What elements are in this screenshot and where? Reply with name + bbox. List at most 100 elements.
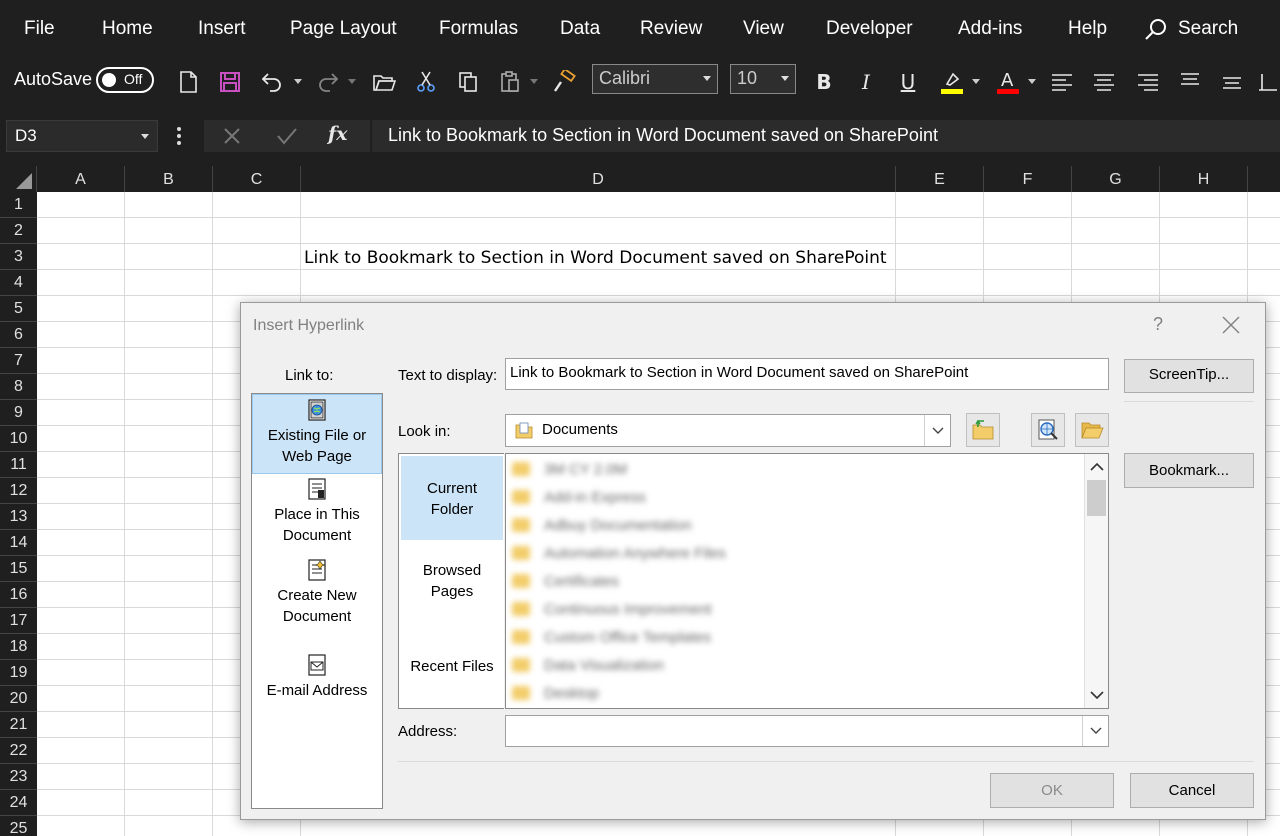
redo-icon[interactable]	[314, 68, 342, 96]
row-header[interactable]: 7	[0, 348, 37, 374]
italic-icon[interactable]: I	[852, 68, 880, 96]
screentip-button[interactable]: ScreenTip...	[1124, 359, 1254, 393]
help-button[interactable]: ?	[1153, 314, 1163, 335]
insert-function-icon[interactable]: fx	[328, 123, 348, 145]
menu-data[interactable]: Data	[560, 18, 600, 40]
row-header[interactable]: 4	[0, 270, 37, 296]
look-in-dropdown[interactable]	[924, 415, 950, 446]
row-header[interactable]: 14	[0, 530, 37, 556]
highlight-dropdown-icon[interactable]	[972, 79, 980, 84]
column-header-f[interactable]: F	[984, 166, 1072, 192]
menu-home[interactable]: Home	[102, 18, 153, 40]
menu-add-ins[interactable]: Add-ins	[958, 18, 1022, 40]
open-folder-icon[interactable]	[370, 68, 398, 96]
format-painter-icon[interactable]	[550, 68, 578, 96]
menu-review[interactable]: Review	[640, 18, 702, 40]
more-options-icon[interactable]	[172, 124, 186, 148]
link-to-email-address[interactable]: E-mail Address	[252, 654, 382, 714]
row-header[interactable]: 16	[0, 582, 37, 608]
list-item[interactable]: Adbuy Documentation	[512, 511, 692, 539]
row-header[interactable]: 20	[0, 686, 37, 712]
column-header-a[interactable]: A	[37, 166, 125, 192]
column-header-h[interactable]: H	[1160, 166, 1248, 192]
scroll-down-icon[interactable]	[1086, 688, 1108, 702]
link-to-existing-file[interactable]: Existing File or Web Page	[252, 394, 382, 474]
paste-icon[interactable]	[496, 68, 524, 96]
menu-view[interactable]: View	[743, 18, 784, 40]
list-item[interactable]: Custom Office Templates	[512, 623, 711, 651]
scroll-thumb[interactable]	[1087, 480, 1106, 516]
row-header[interactable]: 11	[0, 452, 37, 478]
font-size-select[interactable]: 10	[730, 64, 796, 94]
list-item[interactable]: Automation Anywhere Files	[512, 539, 726, 567]
menu-formulas[interactable]: Formulas	[439, 18, 518, 40]
row-header[interactable]: 19	[0, 660, 37, 686]
menu-help[interactable]: Help	[1068, 18, 1107, 40]
select-all-button[interactable]	[0, 166, 37, 192]
link-to-place-in-document[interactable]: Place in This Document	[252, 478, 382, 554]
bold-icon[interactable]: B	[810, 68, 838, 96]
menu-file[interactable]: File	[24, 18, 55, 40]
list-item[interactable]: Continuous Improvement	[512, 595, 712, 623]
place-browsed-pages[interactable]: Browsed Pages	[401, 544, 503, 628]
align-middle-icon[interactable]	[1218, 68, 1246, 96]
row-header[interactable]: 6	[0, 322, 37, 348]
list-item[interactable]: Desktop	[512, 679, 599, 707]
copy-icon[interactable]	[454, 68, 482, 96]
row-header[interactable]: 13	[0, 504, 37, 530]
list-item[interactable]: Add-in Express	[512, 483, 646, 511]
undo-dropdown-icon[interactable]	[294, 79, 302, 84]
new-file-icon[interactable]	[174, 68, 202, 96]
cell-d3[interactable]: Link to Bookmark to Section in Word Docu…	[304, 248, 887, 268]
place-current-folder[interactable]: Current Folder	[401, 456, 503, 540]
paste-dropdown-icon[interactable]	[530, 79, 538, 84]
bookmark-button[interactable]: Bookmark...	[1124, 453, 1254, 488]
row-header[interactable]: 18	[0, 634, 37, 660]
row-header[interactable]: 25	[0, 816, 37, 836]
highlight-color-icon[interactable]	[938, 68, 966, 96]
close-icon[interactable]	[1221, 315, 1241, 335]
file-list[interactable]: 3M CY 2.0M Add-in Express Adbuy Document…	[505, 453, 1109, 709]
column-header-c[interactable]: C	[213, 166, 301, 192]
column-header-e[interactable]: E	[896, 166, 984, 192]
row-header[interactable]: 2	[0, 218, 37, 244]
formula-input[interactable]: Link to Bookmark to Section in Word Docu…	[372, 120, 1280, 152]
browse-web-button[interactable]	[1031, 413, 1065, 447]
align-left-icon[interactable]	[1048, 68, 1076, 96]
font-name-select[interactable]: Calibri	[592, 64, 718, 94]
list-item[interactable]: 3M CY 2.0M	[512, 455, 627, 483]
menu-insert[interactable]: Insert	[198, 18, 246, 40]
column-header-g[interactable]: G	[1072, 166, 1160, 192]
row-header[interactable]: 22	[0, 738, 37, 764]
row-header[interactable]: 5	[0, 296, 37, 322]
row-header[interactable]: 8	[0, 374, 37, 400]
menu-developer[interactable]: Developer	[826, 18, 913, 40]
list-item[interactable]: Certificates	[512, 567, 619, 595]
row-header[interactable]: 17	[0, 608, 37, 634]
font-color-icon[interactable]: A	[994, 68, 1022, 96]
column-header-d[interactable]: D	[301, 166, 896, 192]
column-header-b[interactable]: B	[125, 166, 213, 192]
file-list-scrollbar[interactable]	[1084, 454, 1108, 708]
ok-button[interactable]: OK	[990, 773, 1114, 808]
row-header[interactable]: 1	[0, 192, 37, 218]
place-recent-files[interactable]: Recent Files	[401, 632, 503, 706]
font-color-dropdown-icon[interactable]	[1028, 79, 1036, 84]
save-icon[interactable]	[216, 68, 244, 96]
align-right-icon[interactable]	[1134, 68, 1162, 96]
redo-dropdown-icon[interactable]	[348, 79, 356, 84]
link-to-create-new-document[interactable]: Create New Document	[252, 559, 382, 635]
underline-icon[interactable]: U	[894, 68, 922, 96]
name-box[interactable]: D3	[6, 120, 158, 152]
row-header[interactable]: 23	[0, 764, 37, 790]
align-top-icon[interactable]	[1176, 68, 1204, 96]
look-in-select[interactable]: Documents	[505, 414, 951, 447]
cut-icon[interactable]	[412, 68, 440, 96]
row-header[interactable]: 24	[0, 790, 37, 816]
browse-file-button[interactable]	[1075, 413, 1109, 447]
cancel-entry-icon[interactable]	[222, 126, 242, 146]
row-header[interactable]: 10	[0, 426, 37, 452]
row-header[interactable]: 3	[0, 244, 37, 270]
address-dropdown[interactable]	[1082, 716, 1108, 746]
autosave-toggle[interactable]: Off	[96, 67, 154, 93]
